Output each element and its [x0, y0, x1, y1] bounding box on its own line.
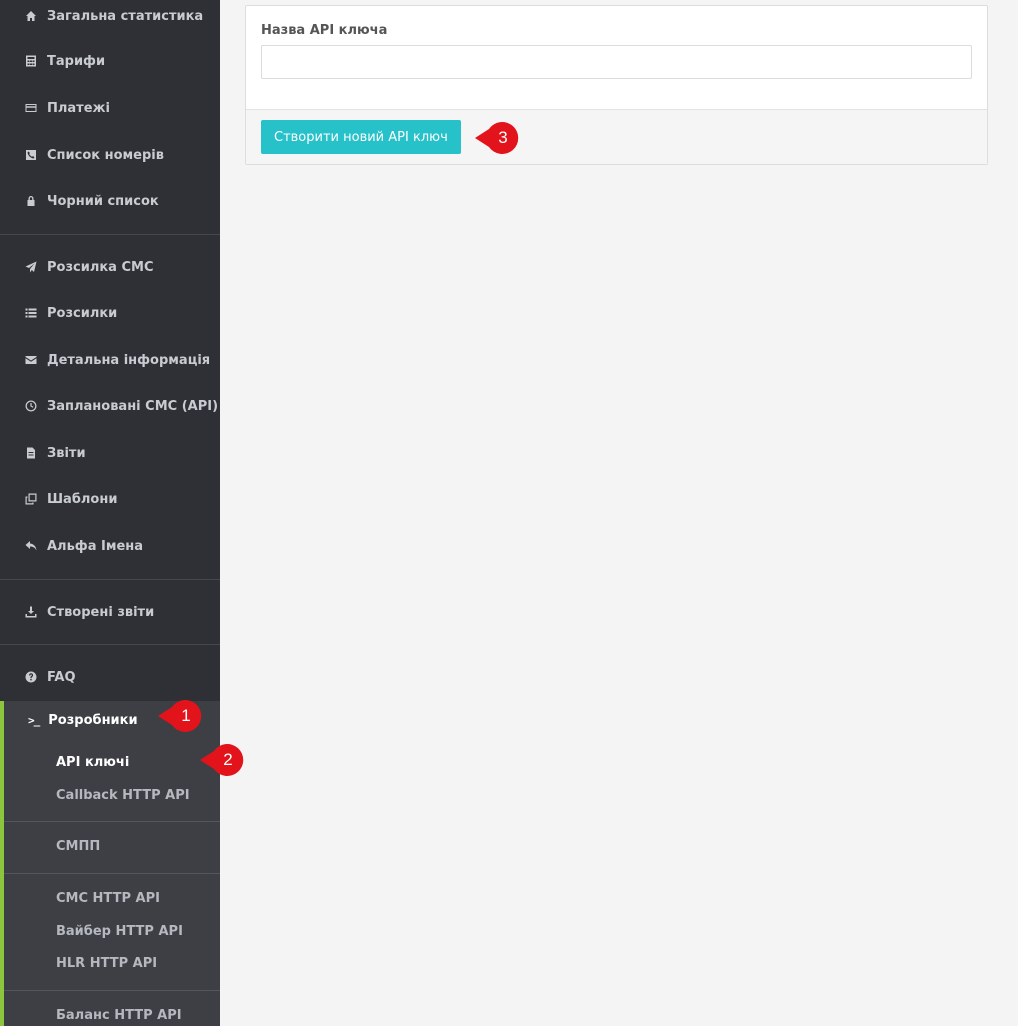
sidebar-item-developers[interactable]: >_ Розробники [28, 713, 138, 728]
sidebar-item-label: Платежі [47, 100, 110, 116]
sidebar: Загальна статистика Тарифи Платежі Списо… [0, 0, 220, 1026]
sidebar-divider [4, 990, 220, 991]
sidebar-item-label: Створені звіти [47, 604, 155, 620]
sidebar-item-mailings[interactable]: Розсилки [0, 301, 220, 325]
sidebar-subitem-viber-http-api[interactable]: Вайбер HTTP API [56, 924, 183, 939]
sidebar-item-details[interactable]: Детальна інформація [0, 348, 220, 372]
sidebar-subitem-smpp[interactable]: СМПП [56, 839, 100, 854]
home-icon [24, 9, 38, 23]
reply-icon [24, 539, 38, 553]
annotation-marker-3: 3 [475, 121, 519, 155]
sidebar-item-scheduled-sms[interactable]: Заплановані СМС (API) [0, 394, 220, 418]
file-icon [24, 446, 38, 460]
sidebar-item-label: Звіти [47, 445, 86, 461]
list-icon [24, 306, 38, 320]
annotation-marker-1: 1 [158, 699, 202, 733]
credit-card-icon [24, 101, 38, 115]
sidebar-item-label: FAQ [47, 669, 76, 685]
calculator-icon [24, 54, 38, 68]
api-key-form-panel: Назва API ключа Створити новий API ключ [245, 5, 988, 165]
sidebar-item-created-reports[interactable]: Створені звіти [0, 600, 220, 624]
question-icon [24, 670, 38, 684]
sidebar-divider [0, 579, 220, 580]
sidebar-item-alpha-names[interactable]: Альфа Імена [0, 534, 220, 558]
sidebar-divider [0, 234, 220, 235]
sidebar-item-reports[interactable]: Звіти [0, 441, 220, 465]
phone-icon [24, 148, 38, 162]
sidebar-item-label: Розробники [48, 713, 138, 728]
sidebar-item-label: Розсилка СМС [47, 259, 154, 275]
api-key-name-label: Назва API ключа [261, 23, 388, 38]
sidebar-subitem-balance-http-api[interactable]: Баланс HTTP API [56, 1008, 182, 1023]
sidebar-item-label: Чорний список [47, 193, 159, 209]
download-icon [24, 605, 38, 619]
sidebar-section-developers: >_ Розробники API ключі Callback HTTP AP… [0, 701, 220, 1026]
lock-icon [24, 194, 38, 208]
sidebar-item-label: Альфа Імена [47, 538, 144, 554]
sidebar-item-label: Шаблони [47, 491, 118, 507]
sidebar-subitem-callback-http-api[interactable]: Callback HTTP API [56, 788, 190, 803]
sidebar-item-blacklist[interactable]: Чорний список [0, 189, 220, 213]
paper-plane-icon [24, 260, 38, 274]
sidebar-item-label: Список номерів [47, 147, 164, 163]
sidebar-item-label: Тарифи [47, 53, 106, 69]
sidebar-item-label: Загальна статистика [47, 8, 204, 24]
annotation-marker-2: 2 [200, 743, 244, 777]
sidebar-item-sms-send[interactable]: Розсилка СМС [0, 255, 220, 279]
sidebar-item-general-stats[interactable]: Загальна статистика [0, 4, 220, 28]
sidebar-divider [4, 821, 220, 822]
sidebar-item-payments[interactable]: Платежі [0, 96, 220, 120]
form-footer: Створити новий API ключ [246, 109, 987, 164]
envelope-icon [24, 353, 38, 367]
create-api-key-button[interactable]: Створити новий API ключ [261, 120, 461, 154]
sidebar-item-number-lists[interactable]: Список номерів [0, 143, 220, 167]
sidebar-subitem-sms-http-api[interactable]: СМС HTTP API [56, 891, 160, 906]
copy-icon [24, 492, 38, 506]
api-key-name-input[interactable] [261, 45, 972, 79]
sidebar-item-templates[interactable]: Шаблони [0, 487, 220, 511]
sidebar-item-tariffs[interactable]: Тарифи [0, 49, 220, 73]
sidebar-subitem-hlr-http-api[interactable]: HLR HTTP API [56, 956, 157, 971]
sidebar-divider [0, 644, 220, 645]
sidebar-item-label: Розсилки [47, 305, 118, 321]
sidebar-item-faq[interactable]: FAQ [0, 665, 220, 689]
sidebar-divider [4, 873, 220, 874]
clock-icon [24, 399, 38, 413]
sidebar-subitem-api-keys[interactable]: API ключі [56, 755, 129, 770]
sidebar-item-label: Заплановані СМС (API) [47, 398, 219, 414]
sidebar-item-label: Детальна інформація [47, 352, 211, 368]
terminal-icon: >_ [28, 714, 40, 727]
